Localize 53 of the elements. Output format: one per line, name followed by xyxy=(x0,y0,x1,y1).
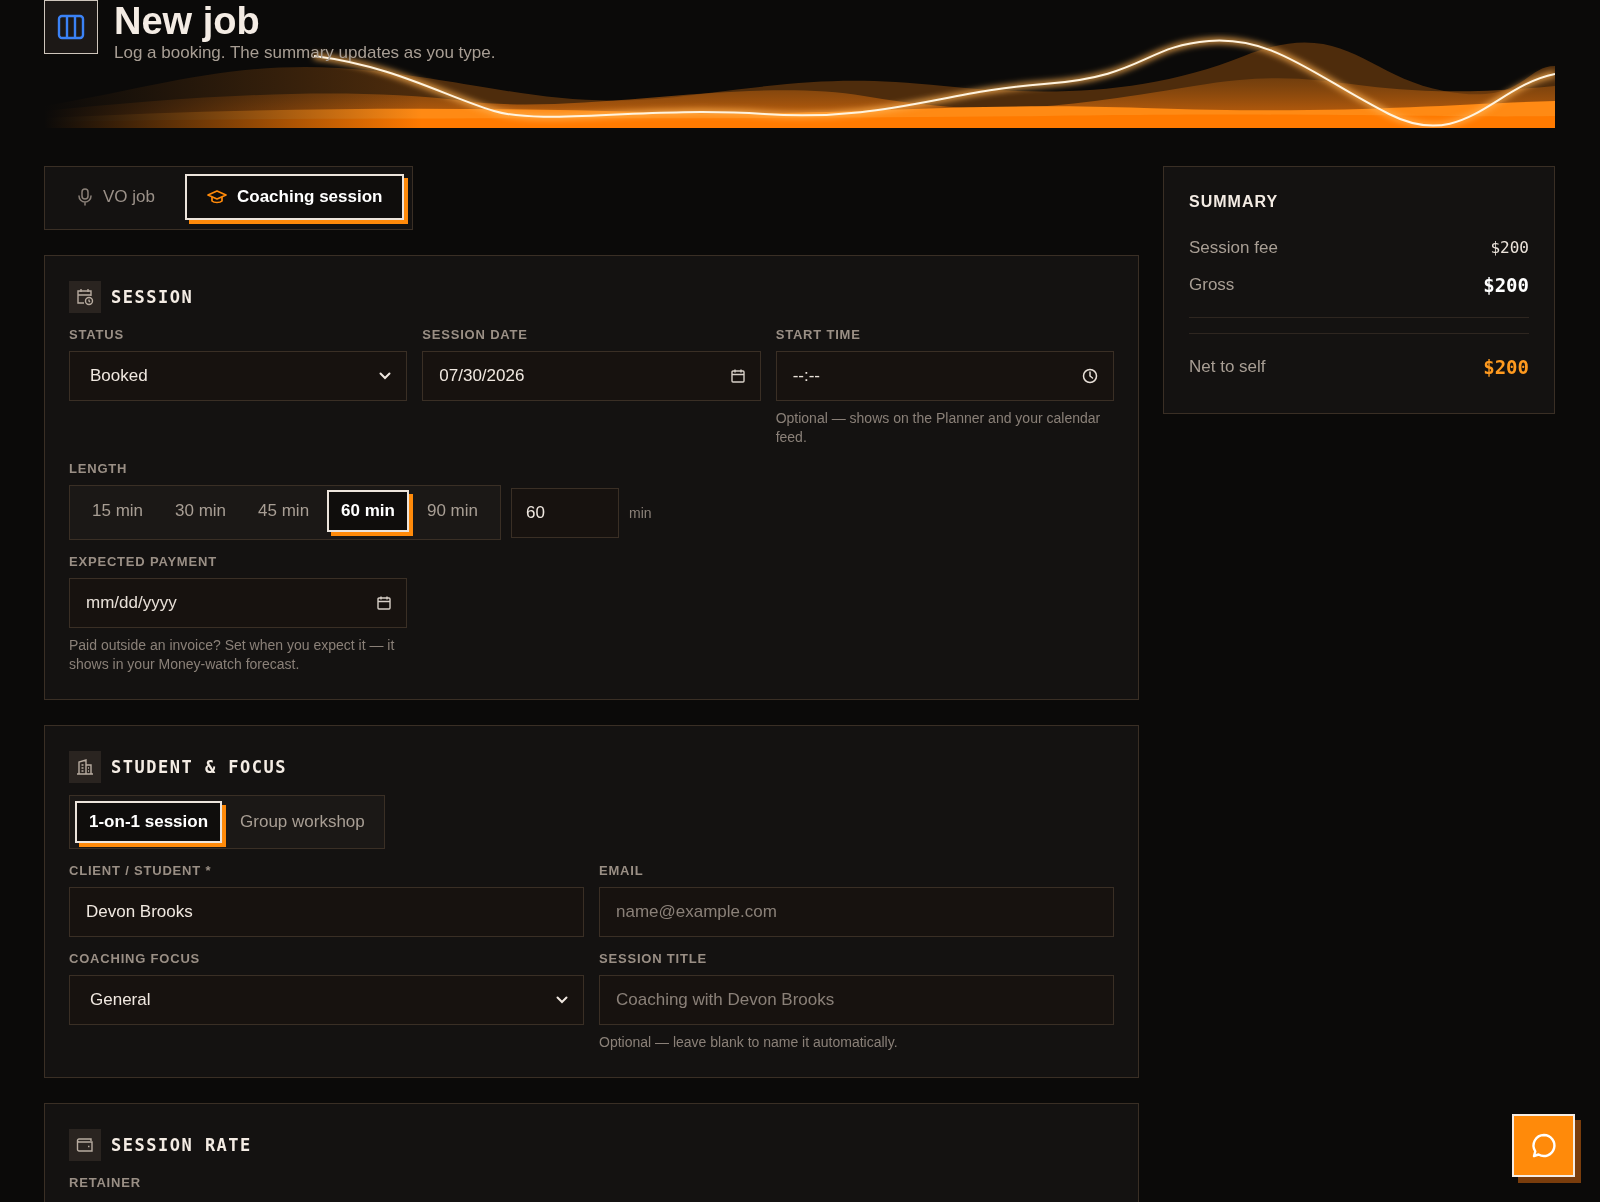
summary-label: Gross xyxy=(1189,274,1235,295)
focus-select[interactable]: General xyxy=(69,975,584,1025)
field-label: SESSION DATE xyxy=(422,327,529,342)
field-label: EMAIL xyxy=(599,863,645,878)
chevron-down-icon xyxy=(379,372,392,380)
option-button[interactable]: Group workshop xyxy=(226,801,379,843)
hint-text: Paid outside an invoice? Set when you expect it — it shows in your Money-watch forecast. xyxy=(69,636,396,674)
summary-value: $200 xyxy=(1483,273,1529,296)
chevron-down-icon xyxy=(556,996,568,1004)
email-field[interactable]: name@example.com xyxy=(599,887,1114,937)
summary-title: SUMMARY xyxy=(1189,193,1280,211)
unit-label: min xyxy=(629,504,652,521)
field-label: LENGTH xyxy=(69,461,129,476)
field-label: COACHING FOCUS xyxy=(69,951,202,966)
summary-value: $200 xyxy=(1483,355,1529,378)
text-field[interactable]: Coaching with Devon Brooks xyxy=(599,975,1114,1025)
calendar-icon xyxy=(377,595,392,611)
section-title: SESSION RATE xyxy=(111,1135,252,1155)
job-type-tab[interactable]: VO job xyxy=(67,174,177,220)
time-field[interactable]: --:-- xyxy=(775,351,1114,401)
clock-icon xyxy=(1082,368,1098,384)
hint-text: Optional — leave blank to name it automatically. xyxy=(599,1033,899,1052)
hint-text: Optional — shows on the Planner and your calendar feed. xyxy=(775,409,1102,447)
wallet-icon xyxy=(76,1136,94,1154)
graduation-cap-icon xyxy=(207,189,227,205)
field-label: CLIENT / STUDENT * xyxy=(69,863,213,878)
date-field[interactable]: mm/dd/yyyy xyxy=(69,578,408,628)
field-label: STATUS xyxy=(69,327,125,342)
summary-value: $200 xyxy=(1490,238,1529,257)
text-field[interactable]: Devon Brooks xyxy=(69,887,584,937)
status-select[interactable]: Booked xyxy=(69,351,408,401)
microphone-icon xyxy=(77,188,93,206)
chat-bubble-icon xyxy=(1529,1131,1558,1160)
calendar-clock-icon xyxy=(76,288,94,306)
building-icon xyxy=(76,758,94,776)
calendar-icon xyxy=(730,368,745,384)
section-title: STUDENT & FOCUS xyxy=(111,757,288,777)
columns-icon xyxy=(57,14,85,40)
minutes-field[interactable]: 60 xyxy=(511,487,619,538)
page-title: New job xyxy=(114,0,261,42)
field-label: START TIME xyxy=(775,327,862,342)
option-button[interactable]: 90 min xyxy=(412,490,492,532)
summary-label: Session fee xyxy=(1189,237,1278,258)
field-label: RETAINER xyxy=(69,1175,142,1190)
field-label: EXPECTED PAYMENT xyxy=(69,554,218,569)
option-button[interactable]: 15 min xyxy=(78,490,158,532)
page-subtitle: Log a booking. The summary updates as you type. xyxy=(114,43,496,63)
section-title: SESSION xyxy=(111,287,194,307)
field-label: SESSION TITLE xyxy=(599,951,708,966)
option-button[interactable]: 45 min xyxy=(244,490,324,532)
option-button[interactable]: 30 min xyxy=(161,490,241,532)
summary-label: Net to self xyxy=(1189,356,1266,377)
date-field[interactable]: 07/30/2026 xyxy=(422,351,761,401)
